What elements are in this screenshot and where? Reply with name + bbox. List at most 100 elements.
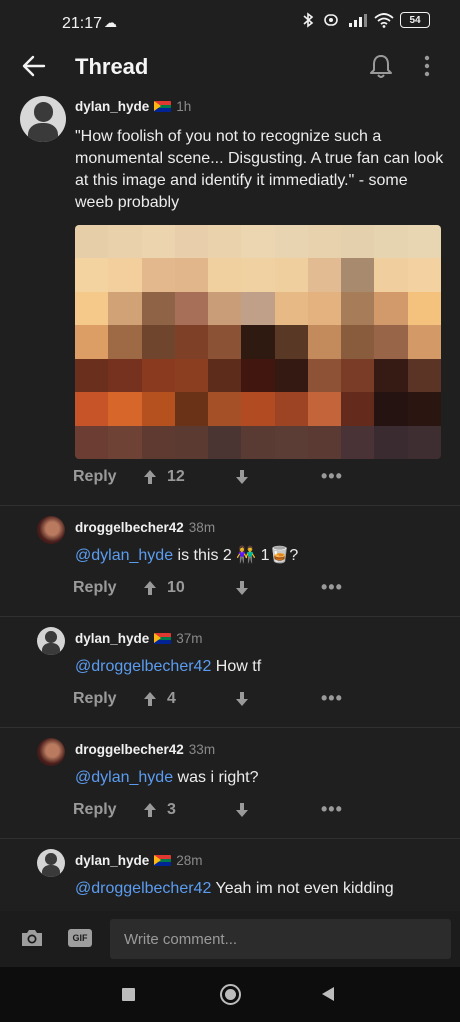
image-pixel [208, 291, 242, 326]
image-pixel [208, 358, 242, 393]
upvote-icon[interactable] [143, 691, 157, 707]
image-pixel [341, 258, 375, 292]
downvote-icon[interactable] [235, 802, 249, 818]
comment-body: Yeah im not even kidding [211, 880, 394, 897]
bell-icon[interactable] [368, 52, 394, 80]
clock: 21:17 [62, 15, 103, 32]
image-pixel [141, 358, 175, 393]
image-pixel [374, 358, 408, 393]
image-pixel [108, 358, 142, 393]
comment-actions: Reply 4 ••• [73, 688, 453, 712]
avatar[interactable] [20, 96, 66, 142]
comment-text: @droggelbecher42 Yeah im not even kiddin… [75, 878, 394, 900]
image-pixel [307, 425, 342, 459]
recents-icon[interactable] [122, 988, 135, 1001]
timestamp: 33m [188, 742, 216, 757]
image-pixel [274, 425, 308, 459]
mention-link[interactable]: @dylan_hyde [75, 769, 173, 786]
downvote-icon[interactable] [235, 469, 249, 485]
image-pixel [208, 325, 242, 359]
image-pixel [241, 258, 275, 292]
comment: droggelbecher42 38m @dylan_hyde is this … [0, 516, 460, 616]
image-pixel [374, 392, 408, 426]
avatar[interactable] [37, 516, 65, 544]
more-options-icon[interactable]: ••• [321, 466, 343, 487]
image-pixel [241, 225, 275, 259]
image-pixel [374, 225, 408, 259]
timestamp: 1h [176, 99, 192, 114]
comment-input[interactable] [110, 919, 451, 959]
downvote-icon[interactable] [235, 580, 249, 596]
comment-header: dylan_hyde 28m [75, 853, 203, 868]
image-pixel [108, 392, 142, 426]
mention-link[interactable]: @droggelbecher42 [75, 880, 211, 897]
image-pixel [407, 291, 441, 326]
battery-icon: 54 [400, 12, 430, 28]
image-pixel [341, 225, 375, 259]
more-options-icon[interactable]: ••• [321, 577, 343, 598]
back-icon[interactable] [322, 987, 334, 1001]
status-icons: 54 [302, 12, 430, 28]
image-pixel [341, 358, 375, 393]
divider [0, 616, 460, 617]
image-pixel [341, 325, 375, 359]
image-pixel [241, 392, 275, 426]
image-pixel [241, 358, 275, 393]
upvote-icon[interactable] [143, 580, 157, 596]
timestamp: 28m [176, 853, 203, 868]
image-pixel [174, 291, 209, 326]
main-post: dylan_hyde 1h "How foolish of you not to… [0, 96, 460, 496]
image-pixel [75, 358, 109, 393]
more-options-icon[interactable]: ••• [321, 799, 343, 820]
pixelated-image[interactable] [75, 225, 441, 459]
status-bar: 21:17 ☁ 54 [0, 0, 460, 48]
reply-button[interactable]: Reply [73, 690, 117, 708]
home-icon[interactable] [220, 984, 241, 1005]
username[interactable]: dylan_hyde [75, 631, 149, 646]
reply-button[interactable]: Reply [73, 801, 117, 819]
comment-text: @droggelbecher42 How tf [75, 656, 261, 678]
image-pixel [75, 258, 109, 292]
image-pixel [341, 291, 375, 326]
username[interactable]: droggelbecher42 [75, 742, 184, 757]
avatar[interactable] [37, 627, 65, 655]
image-pixel [274, 392, 308, 426]
comment-body: was i right? [173, 769, 259, 786]
image-pixel [174, 425, 209, 459]
camera-icon[interactable] [20, 928, 44, 948]
username[interactable]: dylan_hyde [75, 99, 149, 114]
comment-header: droggelbecher42 38m [75, 520, 215, 535]
image-pixel [407, 358, 441, 393]
comment-text: @dylan_hyde was i right? [75, 767, 258, 789]
upvote-count: 3 [167, 801, 176, 818]
image-pixel [307, 392, 342, 426]
reply-button[interactable]: Reply [73, 579, 117, 597]
comment-text: @dylan_hyde is this 2 👫 1🥃? [75, 545, 298, 567]
username[interactable]: dylan_hyde [75, 853, 149, 868]
image-pixel [141, 425, 175, 459]
kebab-menu-icon[interactable] [416, 52, 438, 80]
reply-button[interactable]: Reply [73, 468, 117, 486]
image-pixel [174, 358, 209, 393]
avatar[interactable] [37, 849, 65, 877]
timestamp: 37m [176, 631, 203, 646]
upvote-count: 4 [167, 690, 176, 707]
image-pixel [407, 425, 441, 459]
image-pixel [307, 225, 342, 259]
back-arrow-icon[interactable] [20, 52, 48, 80]
image-pixel [141, 291, 175, 326]
upvote-icon[interactable] [143, 469, 157, 485]
comment: dylan_hyde 28m @droggelbecher42 Yeah im … [0, 849, 460, 909]
username[interactable]: droggelbecher42 [75, 520, 184, 535]
mention-link[interactable]: @dylan_hyde [75, 547, 173, 564]
mention-link[interactable]: @droggelbecher42 [75, 658, 211, 675]
upvote-icon[interactable] [143, 802, 157, 818]
image-pixel [75, 291, 109, 326]
gif-button[interactable]: GIF [68, 929, 92, 947]
avatar[interactable] [37, 738, 65, 766]
downvote-icon[interactable] [235, 691, 249, 707]
image-pixel [141, 392, 175, 426]
image-pixel [241, 291, 275, 326]
post-text: "How foolish of you not to recognize suc… [75, 128, 444, 211]
more-options-icon[interactable]: ••• [321, 688, 343, 709]
